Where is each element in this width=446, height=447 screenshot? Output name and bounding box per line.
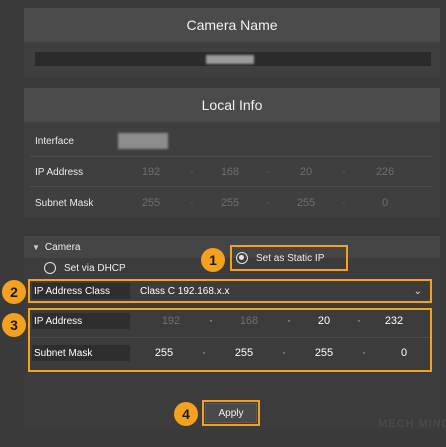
ip-class-select[interactable]: Class C 192.168.x.x ⌄ — [134, 283, 428, 299]
local-subnet-label: Subnet Mask — [35, 198, 94, 209]
camera-subnet-input[interactable]: 255 · 255 · 255 · 0 — [136, 347, 432, 359]
local-subnet-octet-2: 255 — [220, 197, 240, 209]
callout-3: 3 — [2, 313, 26, 337]
callout-2: 2 — [2, 280, 26, 304]
redacted-interface — [118, 133, 168, 149]
ip-class-label: IP Address Class — [32, 283, 130, 299]
local-ip-octet-3: 20 — [299, 166, 313, 178]
static-radio[interactable] — [236, 252, 248, 264]
divider — [30, 186, 432, 187]
callout-4: 4 — [174, 402, 198, 426]
divider — [30, 156, 432, 157]
camera-subnet-octet-4[interactable]: 0 — [376, 347, 432, 359]
local-subnet-octet-4: 0 — [381, 197, 389, 209]
callout-1: 1 — [201, 248, 225, 272]
apply-button[interactable]: Apply — [205, 403, 257, 423]
camera-name-header: Camera Name — [24, 8, 440, 42]
camera-ip-octet-4[interactable]: 232 — [366, 315, 422, 327]
watermark-logo: MECH MIND — [378, 418, 446, 430]
local-ip-octet-2: 168 — [220, 166, 240, 178]
local-ip-octet-1: 192 — [141, 166, 161, 178]
local-subnet-octet-1: 255 — [141, 197, 161, 209]
camera-ip-input[interactable]: 192 · 168 · 20 · 232 — [136, 315, 422, 327]
triangle-down-icon: ▼ — [32, 242, 40, 252]
redacted-camera-name — [206, 55, 254, 64]
camera-name-title: Camera Name — [186, 17, 278, 33]
chevron-down-icon: ⌄ — [413, 285, 422, 297]
camera-ip-octet-1[interactable]: 192 — [136, 315, 206, 327]
camera-subnet-octet-3[interactable]: 255 — [296, 347, 352, 359]
camera-ip-label: IP Address — [32, 313, 130, 329]
local-ip-octet-4: 226 — [375, 166, 395, 178]
local-info-header: Local Info — [24, 88, 440, 122]
camera-ip-octet-3[interactable]: 20 — [296, 315, 352, 327]
camera-subnet-octet-2[interactable]: 255 — [216, 347, 272, 359]
interface-label: Interface — [35, 136, 74, 147]
camera-subnet-octet-1[interactable]: 255 — [136, 347, 192, 359]
apply-label: Apply — [218, 407, 244, 419]
static-radio-option[interactable]: Set as Static IP — [236, 250, 324, 266]
local-ip-value: 192 · 168 · 20 · 226 — [118, 166, 418, 178]
divider — [30, 337, 430, 338]
local-subnet-value: 255 · 255 · 255 · 0 — [118, 197, 418, 209]
local-ip-label: IP Address — [35, 167, 84, 178]
dhcp-radio[interactable] — [44, 262, 56, 274]
local-info-title: Local Info — [201, 97, 263, 113]
local-subnet-octet-3: 255 — [296, 197, 316, 209]
dhcp-label: Set via DHCP — [64, 262, 126, 274]
static-label: Set as Static IP — [256, 252, 325, 264]
dhcp-radio-option[interactable]: Set via DHCP — [44, 256, 126, 280]
camera-section-label: Camera — [44, 241, 81, 253]
camera-ip-octet-2[interactable]: 168 — [216, 315, 282, 327]
ip-class-value: Class C 192.168.x.x — [140, 285, 230, 297]
camera-subnet-label: Subnet Mask — [32, 345, 130, 361]
